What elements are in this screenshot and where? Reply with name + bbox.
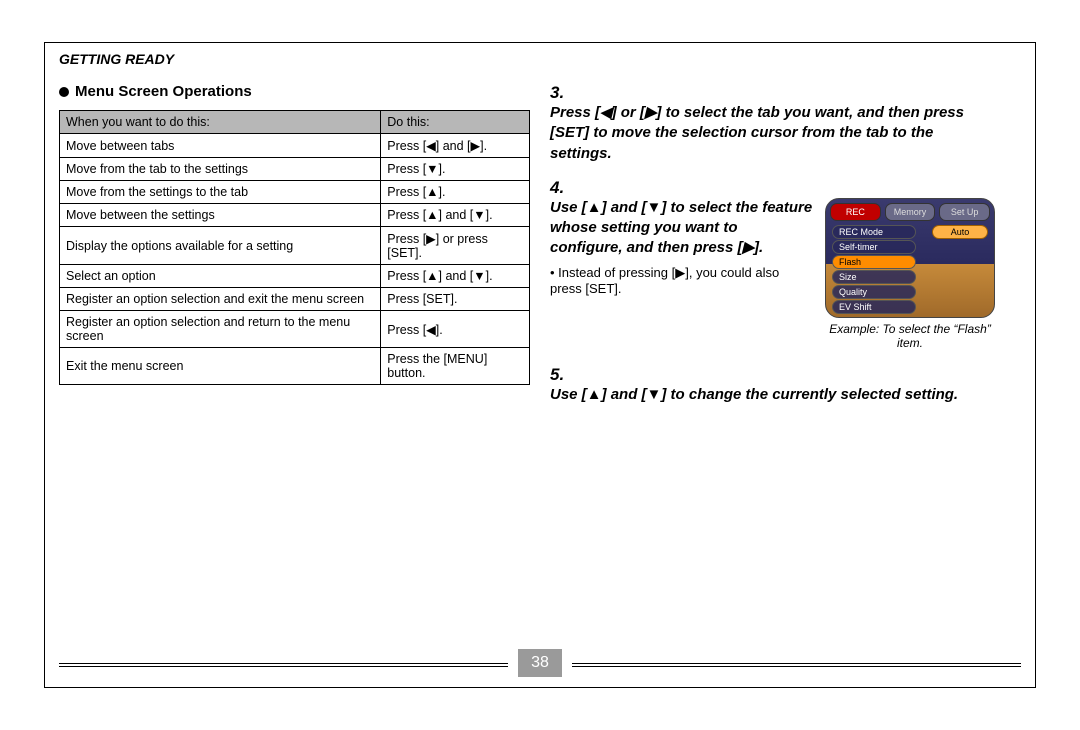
table-row: Move between tabsPress [◀] and [▶]. <box>60 134 530 158</box>
page-frame: GETTING READY Menu Screen Operations Whe… <box>44 42 1036 688</box>
camera-menu-item: REC Mode <box>832 225 916 239</box>
camera-menu-item: Self-timer <box>832 240 916 254</box>
step-4-sub: Instead of pressing [▶], you could also … <box>550 265 813 299</box>
step-3-text: Press [◀] or [▶] to select the tab you w… <box>550 104 964 162</box>
menu-operations-heading: Menu Screen Operations <box>59 83 530 100</box>
table-cell: Press [▲]. <box>381 181 530 204</box>
camera-menu-item: EV Shift <box>832 300 916 314</box>
two-column-layout: Menu Screen Operations When you want to … <box>59 83 1021 639</box>
table-cell: Display the options available for a sett… <box>60 227 381 265</box>
section-title: GETTING READY <box>59 51 174 67</box>
menu-operations-heading-text: Menu Screen Operations <box>75 83 252 100</box>
table-cell: Select an option <box>60 265 381 288</box>
table-header-method: Do this: <box>381 111 530 134</box>
camera-caption: Example: To select the “Flash” item. <box>825 322 995 351</box>
step-number: 4. <box>550 178 572 198</box>
camera-menu-item: Quality <box>832 285 916 299</box>
camera-menu-item: Flash <box>832 255 916 269</box>
table-cell: Press [▲] and [▼]. <box>381 265 530 288</box>
table-cell: Press [▲] and [▼]. <box>381 204 530 227</box>
table-cell: Press [▼]. <box>381 158 530 181</box>
camera-tab: Set Up <box>939 203 990 221</box>
table-row: Display the options available for a sett… <box>60 227 530 265</box>
step-4: 4. Use [▲] and [▼] to select the feature… <box>550 178 1021 351</box>
bullet-icon <box>59 87 69 97</box>
table-row: Exit the menu screenPress the [MENU] but… <box>60 348 530 385</box>
camera-screen-illustration: RECMemorySet Up REC ModeSelf-timerFlashS… <box>825 198 995 318</box>
camera-tab: REC <box>830 203 881 221</box>
table-cell: Press [▶] or press [SET]. <box>381 227 530 265</box>
table-cell: Move between the settings <box>60 204 381 227</box>
footer-rule-right <box>572 663 1021 664</box>
table-cell: Press [◀]. <box>381 311 530 348</box>
table-row: Register an option selection and return … <box>60 311 530 348</box>
step-number: 5. <box>550 365 572 385</box>
step-3: 3. Press [◀] or [▶] to select the tab yo… <box>550 83 1021 164</box>
camera-option-auto: Auto <box>932 225 988 239</box>
step-4-text: Use [▲] and [▼] to select the feature wh… <box>550 199 812 257</box>
camera-tab: Memory <box>885 203 936 221</box>
footer-rule-left <box>59 663 508 664</box>
table-header-action: When you want to do this: <box>60 111 381 134</box>
table-cell: Exit the menu screen <box>60 348 381 385</box>
table-row: Move between the settingsPress [▲] and [… <box>60 204 530 227</box>
table-cell: Move between tabs <box>60 134 381 158</box>
step-number: 3. <box>550 83 572 103</box>
table-cell: Press the [MENU] button. <box>381 348 530 385</box>
table-cell: Press [SET]. <box>381 288 530 311</box>
table-cell: Move from the settings to the tab <box>60 181 381 204</box>
table-row: Move from the tab to the settingsPress [… <box>60 158 530 181</box>
table-cell: Register an option selection and return … <box>60 311 381 348</box>
step-5: 5. Use [▲] and [▼] to change the current… <box>550 365 1021 405</box>
table-row: Register an option selection and exit th… <box>60 288 530 311</box>
page-footer: 38 <box>59 649 1021 677</box>
camera-menu-item: Size <box>832 270 916 284</box>
table-cell: Move from the tab to the settings <box>60 158 381 181</box>
step-4-sub-item: Instead of pressing [▶], you could also … <box>550 265 813 299</box>
operations-table: When you want to do this: Do this: Move … <box>59 110 530 385</box>
step-5-text: Use [▲] and [▼] to change the currently … <box>550 386 958 403</box>
table-cell: Register an option selection and exit th… <box>60 288 381 311</box>
table-row: Move from the settings to the tabPress [… <box>60 181 530 204</box>
left-column: Menu Screen Operations When you want to … <box>59 83 530 639</box>
table-row: Select an optionPress [▲] and [▼]. <box>60 265 530 288</box>
right-column: 3. Press [◀] or [▶] to select the tab yo… <box>550 83 1021 639</box>
table-cell: Press [◀] and [▶]. <box>381 134 530 158</box>
page-number: 38 <box>518 649 562 677</box>
steps-list: 3. Press [◀] or [▶] to select the tab yo… <box>550 83 1021 405</box>
